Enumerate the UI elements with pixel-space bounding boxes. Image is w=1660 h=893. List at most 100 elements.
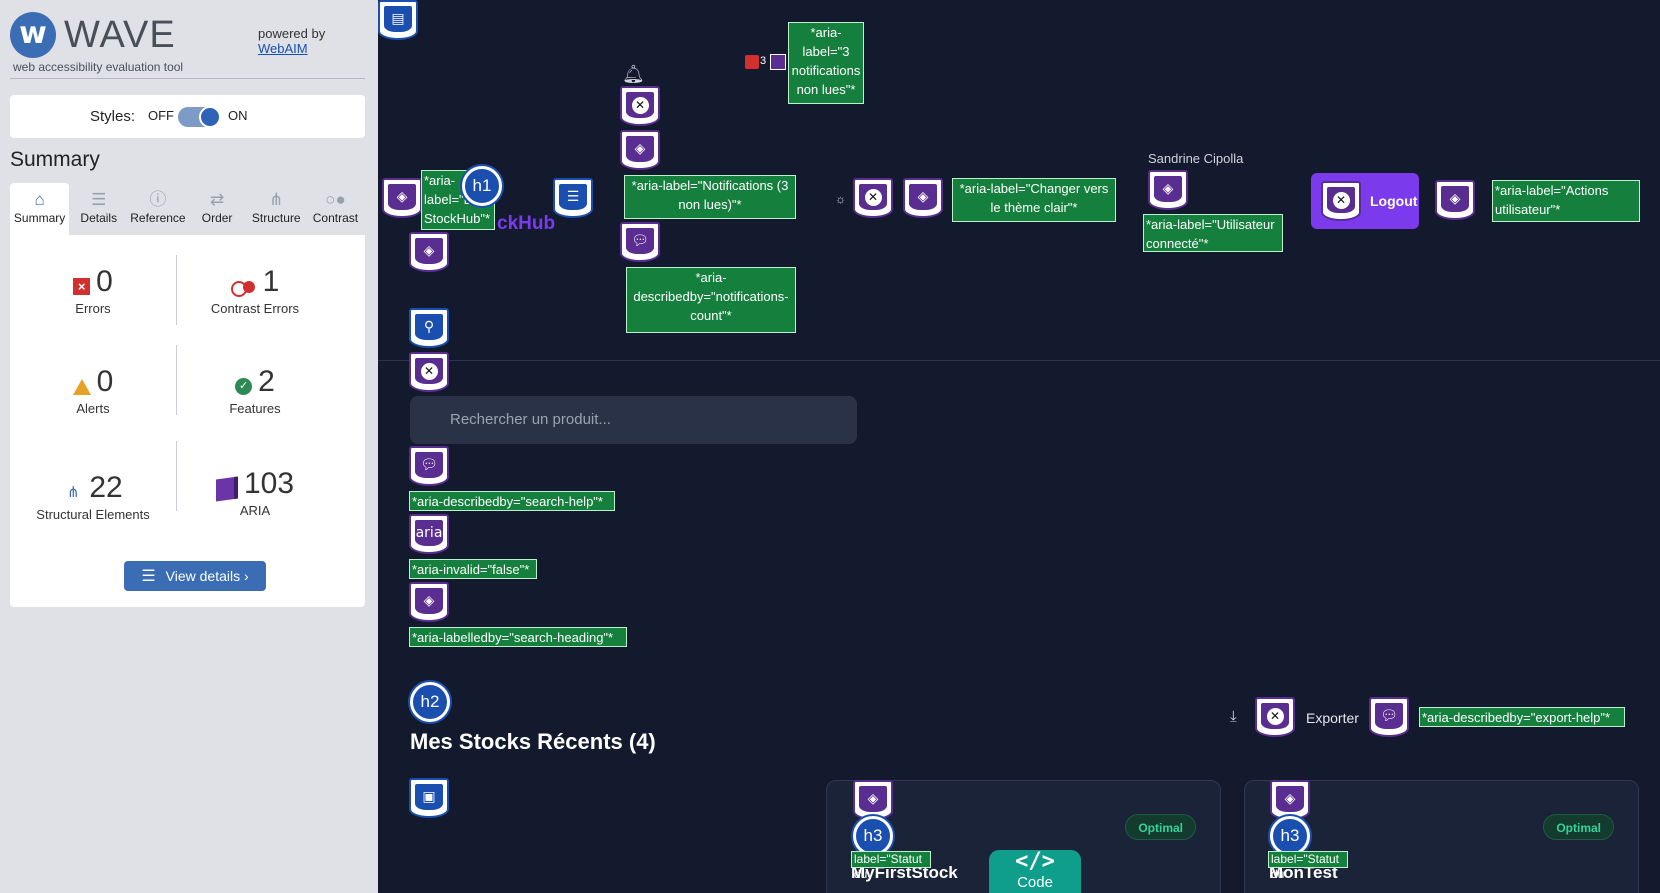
hidden-inner: ✕ bbox=[859, 184, 887, 210]
error-icon: × bbox=[73, 278, 91, 296]
h3-badge-icon[interactable]: h3 bbox=[1270, 816, 1310, 856]
tag-icon: ◈ bbox=[1154, 176, 1182, 202]
aria-label-icon[interactable]: ◈ bbox=[1270, 780, 1310, 820]
annotation-theme-label: *aria-label="Changer vers le thème clair… bbox=[952, 178, 1116, 222]
stat-structural[interactable]: ⋔ 22 Structural Elements bbox=[18, 471, 168, 522]
tab-contrast[interactable]: ○● Contrast bbox=[306, 183, 365, 235]
home-icon: ⌂ bbox=[34, 190, 45, 209]
tag-icon: ◈ bbox=[415, 588, 443, 614]
search-landmark-icon[interactable]: ⚲ bbox=[409, 308, 449, 348]
aria-label-icon[interactable] bbox=[770, 54, 786, 70]
aria-hidden-icon[interactable]: ✕ bbox=[1255, 697, 1295, 737]
tab-summary[interactable]: ⌂ Summary bbox=[10, 183, 70, 235]
stat-label: Errors bbox=[75, 301, 111, 316]
tab-order[interactable]: ⇄ Order bbox=[188, 183, 247, 235]
annotation-search-describedby: *aria-describedby="search-help"* bbox=[409, 491, 615, 511]
stat-label: Contrast Errors bbox=[210, 301, 300, 316]
wave-tagline: web accessibility evaluation tool bbox=[13, 60, 184, 74]
annotation-card-label: label="Statut du bbox=[1268, 851, 1348, 881]
stat-aria[interactable]: 103 ARIA bbox=[180, 467, 330, 518]
aria-icon[interactable]: aria bbox=[409, 514, 449, 554]
search-input[interactable]: Rechercher un produit... bbox=[410, 396, 857, 444]
comment-inner: 💬︎ bbox=[415, 452, 443, 478]
stat-value: 0 bbox=[96, 365, 114, 398]
h2-badge-icon[interactable]: h2 bbox=[410, 682, 450, 722]
aria-icon bbox=[215, 476, 238, 502]
list-icon[interactable]: ☰ bbox=[553, 178, 593, 218]
aria-hidden-icon[interactable]: ✕ bbox=[620, 86, 660, 126]
sun-icon[interactable]: ☼ bbox=[835, 192, 846, 206]
annotation-search-invalid: *aria-invalid="false"* bbox=[409, 559, 537, 579]
aria-describedby-icon[interactable]: 💬︎ bbox=[1369, 697, 1409, 737]
aria-describedby-icon[interactable]: 💬︎ bbox=[620, 222, 660, 262]
wave-sidebar: w WAVE web accessibility evaluation tool… bbox=[0, 0, 378, 893]
stat-label: Structural Elements bbox=[36, 507, 150, 522]
aria-label-icon[interactable]: ◈ bbox=[382, 178, 422, 218]
aria-label-icon[interactable]: ◈ bbox=[409, 232, 449, 272]
stat-label: Features bbox=[229, 401, 281, 416]
stat-contrast-errors[interactable]: 1 Contrast Errors bbox=[180, 265, 330, 316]
stat-alerts[interactable]: 0 Alerts bbox=[18, 365, 168, 416]
webaim-link[interactable]: WebAIM bbox=[258, 41, 308, 56]
aria-label-icon[interactable]: ◈ bbox=[409, 582, 449, 622]
summary-heading: Summary bbox=[10, 148, 100, 171]
tab-reference[interactable]: ⓘ Reference bbox=[128, 183, 187, 235]
x-circle-icon: ✕ bbox=[864, 189, 882, 206]
h3-badge-icon[interactable]: h3 bbox=[853, 816, 893, 856]
h1-badge-icon[interactable]: h1 bbox=[462, 166, 502, 206]
aria-hidden-icon[interactable]: ✕ bbox=[409, 352, 449, 392]
aria-label-icon[interactable]: ◈ bbox=[1435, 180, 1475, 220]
code-button[interactable]: </> Code bbox=[989, 850, 1081, 893]
stat-value: 1 bbox=[262, 265, 280, 298]
aria-hidden-icon[interactable]: ✕ bbox=[853, 178, 893, 218]
tag-icon: ◈ bbox=[388, 184, 416, 210]
styles-toggle[interactable] bbox=[178, 106, 221, 128]
hidden-inner: ✕ bbox=[415, 358, 443, 384]
tab-details[interactable]: ☰ Details bbox=[69, 183, 128, 235]
info-icon: ⓘ bbox=[149, 190, 167, 209]
structure-icon: ⋔ bbox=[269, 190, 284, 209]
tag-icon: ◈ bbox=[1276, 786, 1304, 812]
aria-label-icon[interactable]: ◈ bbox=[853, 780, 893, 820]
order-icon: ⇄ bbox=[209, 190, 225, 209]
stat-features[interactable]: ✓ 2 Features bbox=[180, 365, 330, 416]
hidden-inner: ✕ bbox=[1261, 703, 1289, 729]
x-circle-icon: ✕ bbox=[1266, 708, 1284, 725]
tag-icon: ◈ bbox=[1441, 186, 1469, 212]
hidden-inner: ✕ bbox=[1327, 187, 1355, 213]
export-button[interactable]: Exporter bbox=[1306, 710, 1359, 726]
list-icon: ☰ bbox=[91, 190, 107, 209]
aria-label-icon[interactable]: ◈ bbox=[620, 130, 660, 170]
annotation-card-label: label="Statut du bbox=[851, 851, 931, 881]
tab-label: Details bbox=[80, 211, 118, 225]
bell-icon[interactable]: 🔔︎ bbox=[622, 64, 645, 85]
annotation-actions-label: *aria-label="Actions utilisateur"* bbox=[1492, 180, 1640, 222]
aria-label-icon[interactable]: ◈ bbox=[903, 178, 943, 218]
logout-button[interactable]: ✕ Logout bbox=[1311, 173, 1419, 229]
view-details-button[interactable]: ☰ View details › bbox=[124, 561, 266, 591]
status-badge: Optimal bbox=[1543, 814, 1614, 840]
hidden-inner: ✕ bbox=[626, 92, 654, 118]
landmark-icon[interactable]: ▤ bbox=[378, 0, 418, 40]
stat-errors[interactable]: × 0 Errors bbox=[18, 265, 168, 316]
tab-label: Reference bbox=[130, 211, 186, 225]
divider bbox=[176, 255, 177, 325]
search-icon: ⚲ bbox=[415, 314, 443, 340]
stat-value: 103 bbox=[243, 467, 295, 500]
aria-describedby-icon[interactable]: 💬︎ bbox=[409, 446, 449, 486]
wave-title: WAVE bbox=[64, 14, 176, 56]
aria-label-icon[interactable]: ◈ bbox=[1148, 170, 1188, 210]
download-icon[interactable]: ⤓ bbox=[1230, 708, 1237, 725]
tab-label: Contrast bbox=[312, 211, 359, 225]
view-details-label: View details › bbox=[165, 568, 249, 584]
notification-count: 3 bbox=[760, 55, 767, 67]
comment-inner: 💬︎ bbox=[626, 228, 654, 254]
list-inner: ☰ bbox=[559, 184, 587, 210]
contrast-error-icon[interactable] bbox=[745, 55, 759, 69]
comment-inner: 💬︎ bbox=[1375, 703, 1403, 729]
region-icon[interactable]: ▣ bbox=[409, 778, 449, 818]
tab-structure[interactable]: ⋔ Structure bbox=[247, 183, 306, 235]
tag-icon: ◈ bbox=[859, 786, 887, 812]
toggle-knob[interactable] bbox=[199, 106, 221, 128]
powered-by-text: powered by bbox=[258, 26, 326, 41]
